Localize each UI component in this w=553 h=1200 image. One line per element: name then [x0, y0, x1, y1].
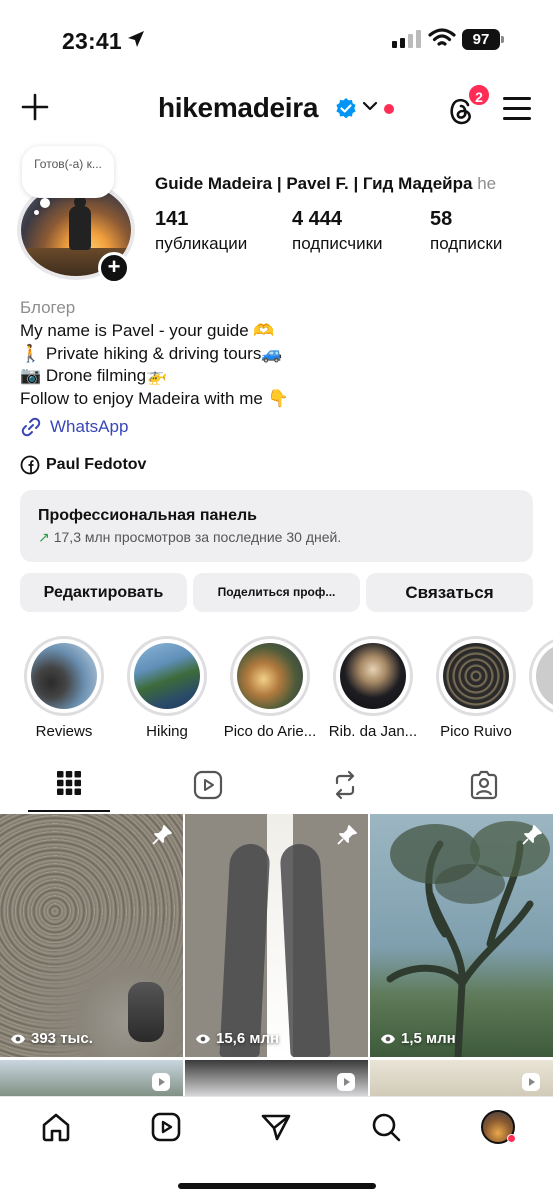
story-highlight[interactable]: Pico Ruivo: [426, 636, 526, 740]
stat-number: 141: [155, 208, 189, 230]
status-bar: 23:41 97: [0, 0, 553, 80]
post-thumbnail[interactable]: [0, 1060, 183, 1096]
stat-number: 58: [430, 208, 453, 230]
verified-badge-icon: [336, 98, 356, 119]
stat-label: подписки: [430, 234, 503, 253]
note-bubble-tail: [40, 198, 50, 208]
cellular-signal-icon: [392, 30, 421, 48]
profile-full-name: Guide Madeira | Pavel F. | Гид Мадейра h…: [155, 174, 553, 194]
wifi-icon: [428, 28, 456, 46]
story-highlight[interactable]: Reviews: [14, 636, 114, 740]
post-thumbnail[interactable]: [370, 1060, 553, 1096]
reel-icon: [152, 1073, 170, 1091]
bio-line: 📷 Drone filming🚁: [20, 366, 168, 385]
account-switch-dot: [384, 104, 394, 114]
view-count: 15,6 млн: [195, 1030, 279, 1047]
tree-shape: [386, 821, 550, 1057]
trend-up-icon: ↗: [38, 529, 50, 545]
facebook-icon: [20, 455, 40, 475]
bio-line: My name is Pavel - your guide 🫶: [20, 321, 275, 340]
profile-username[interactable]: hikemadeira: [158, 92, 318, 124]
reel-icon: [522, 1073, 540, 1091]
highlight-label: Reviews: [35, 723, 93, 740]
notification-badge: 2: [467, 83, 491, 107]
shoe-shape: [128, 982, 164, 1042]
highlight-label: Hiking: [146, 723, 188, 740]
profile-category: Блогер: [20, 298, 76, 317]
view-count: 1,5 млн: [380, 1030, 456, 1047]
post-thumbnail[interactable]: 1,5 млн: [370, 814, 553, 1057]
posts-grid: 393 тыс. 15,6 млн 1,5 млн: [0, 814, 553, 1096]
facebook-profile-link[interactable]: Paul Fedotov: [20, 455, 146, 475]
full-name-text: Guide Madeira | Pavel F. | Гид Мадейра: [155, 174, 473, 193]
pin-icon: [337, 825, 357, 845]
add-story-plus-icon[interactable]: +: [98, 252, 130, 284]
reels-icon[interactable]: [150, 1111, 182, 1143]
profile-link[interactable]: WhatsApp: [20, 416, 128, 438]
story-highlight[interactable]: Pico do Arie...: [220, 636, 320, 740]
profile-note-bubble[interactable]: Готов(-а) к...: [22, 146, 114, 198]
tagged-tab-icon[interactable]: [469, 770, 499, 800]
professional-dashboard[interactable]: Профессиональная панель ↗ 17,3 млн просмо…: [20, 490, 533, 562]
stat-label: подписчики: [292, 234, 383, 253]
eye-icon: [381, 1034, 395, 1043]
dashboard-subtitle-text: 17,3 млн просмотров за последние 30 дней…: [53, 529, 342, 545]
bio-line: 🚶 Private hiking & driving tours🚙: [20, 343, 283, 363]
bio-line: Follow to enjoy Madeira with me 👇: [20, 388, 289, 408]
share-profile-button[interactable]: Поделиться проф...: [193, 573, 360, 612]
stat-following[interactable]: 58 подписки: [430, 208, 502, 254]
shadow-shape: [219, 844, 271, 1057]
home-icon[interactable]: [40, 1111, 72, 1143]
stat-label: публикации: [155, 234, 248, 253]
active-tab-indicator: [28, 810, 110, 812]
view-count-text: 15,6 млн: [216, 1030, 280, 1047]
view-count-text: 1,5 млн: [401, 1030, 456, 1047]
story-highlight[interactable]: Hiking: [117, 636, 217, 740]
reposts-tab-icon[interactable]: [331, 770, 359, 800]
eye-icon: [196, 1034, 210, 1043]
profile-notification-dot: [507, 1134, 516, 1143]
dashboard-title: Профессиональная панель: [38, 507, 257, 524]
highlight-label: Pico Ruivo: [440, 723, 512, 740]
direct-messages-icon[interactable]: [260, 1111, 292, 1143]
eye-icon: [11, 1034, 25, 1043]
note-text: Готов(-а) к...: [34, 157, 102, 171]
location-arrow-icon: [128, 31, 144, 47]
link-text: WhatsApp: [50, 417, 129, 436]
contact-button[interactable]: Связаться: [366, 573, 533, 612]
profile-bio: My name is Pavel - your guide 🫶 🚶 Privat…: [20, 320, 289, 410]
status-time: 23:41: [62, 28, 122, 54]
link-chain-icon: [21, 417, 41, 437]
story-highlight-partial[interactable]: [529, 636, 553, 716]
edit-profile-button[interactable]: Редактировать: [20, 573, 187, 612]
facebook-name: Paul Fedotov: [46, 456, 147, 473]
highlight-label: Pico do Arie...: [223, 723, 317, 740]
battery-indicator: 97: [462, 29, 500, 50]
reels-tab-icon[interactable]: [193, 770, 223, 800]
hamburger-menu-icon[interactable]: [503, 97, 531, 127]
post-thumbnail[interactable]: 393 тыс.: [0, 814, 183, 1057]
pin-icon: [522, 825, 542, 845]
post-thumbnail[interactable]: 15,6 млн: [185, 814, 368, 1057]
post-thumbnail[interactable]: [185, 1060, 368, 1096]
view-count-text: 393 тыс.: [31, 1030, 93, 1047]
stat-number: 4 444: [292, 208, 343, 230]
chevron-down-icon[interactable]: [362, 100, 378, 112]
note-bubble-tail-small: [34, 210, 39, 215]
highlight-label: Rib. da Jan...: [328, 723, 418, 740]
stat-followers[interactable]: 4 444 подписчики: [292, 208, 383, 254]
full-name-overflow: he: [477, 174, 497, 193]
reel-icon: [337, 1073, 355, 1091]
search-icon[interactable]: [370, 1111, 402, 1143]
view-count: 393 тыс.: [10, 1030, 93, 1047]
stat-posts[interactable]: 141 публикации: [155, 208, 247, 254]
pin-icon: [152, 825, 172, 845]
home-indicator: [178, 1183, 376, 1189]
grid-posts-icon[interactable]: [56, 770, 82, 796]
story-highlight[interactable]: Rib. da Jan...: [323, 636, 423, 740]
create-plus-icon[interactable]: [20, 92, 50, 122]
dashboard-subtitle: ↗ 17,3 млн просмотров за последние 30 дне…: [38, 529, 515, 546]
battery-cap: [501, 36, 504, 43]
profile-tabs: [0, 758, 553, 814]
